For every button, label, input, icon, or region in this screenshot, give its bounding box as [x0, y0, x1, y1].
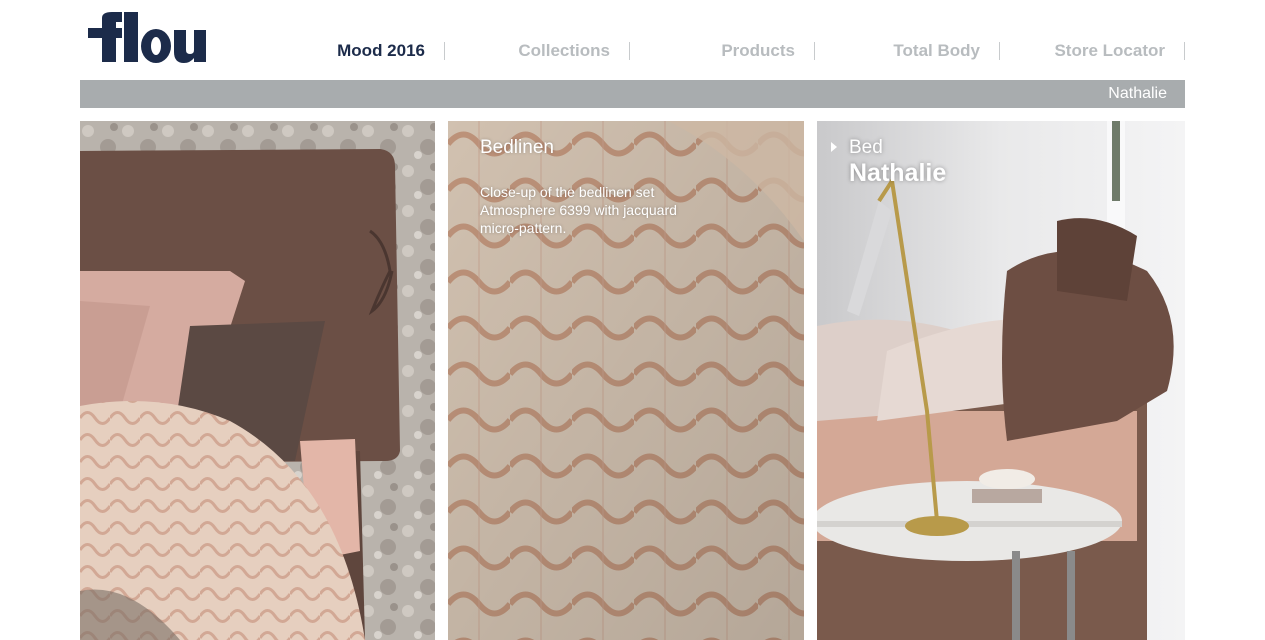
flou-logo-mark [88, 12, 206, 63]
nav-item-mood-2016[interactable]: Mood 2016 [300, 40, 445, 62]
nav-item-collections[interactable]: Collections [445, 40, 630, 62]
nav-item-store-locator[interactable]: Store Locator [1000, 40, 1185, 62]
photo-panel-bedlinen[interactable]: Bedlinen Close-up of the bedlinen set At… [448, 121, 804, 640]
flou-logo[interactable] [80, 10, 208, 68]
nathalie-bed-photo [817, 121, 1185, 640]
bed-category-label: Bed [849, 137, 883, 158]
main-nav: Mood 2016 Collections Products Total Bod… [300, 40, 1185, 64]
breadcrumb-bar: Nathalie [80, 80, 1185, 108]
headboard-photo [80, 121, 435, 640]
nav-item-products[interactable]: Products [630, 40, 815, 62]
bedlinen-title: Bedlinen [480, 137, 554, 158]
nav-item-total-body[interactable]: Total Body [815, 40, 1000, 62]
bedlinen-description: Close-up of the bedlinen set Atmosphere … [480, 184, 677, 236]
caret-right-icon [831, 142, 837, 152]
photo-panel-nathalie-bed[interactable]: Bed Nathalie [817, 121, 1185, 640]
breadcrumb-current: Nathalie [1108, 85, 1167, 102]
bed-product-name: Nathalie [849, 159, 947, 187]
photo-panel-headboard[interactable] [80, 121, 435, 640]
